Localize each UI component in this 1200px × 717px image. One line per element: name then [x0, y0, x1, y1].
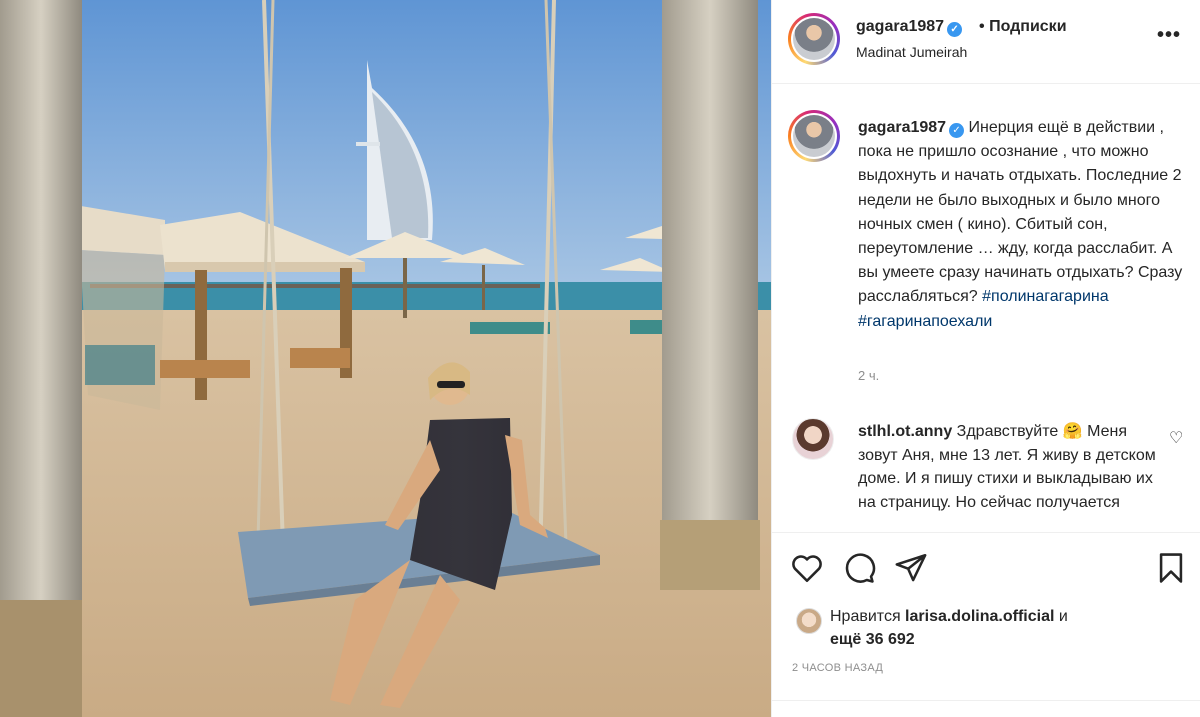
likes-text: Нравится larisa.dolina.official и ещё 36 …: [830, 608, 1068, 648]
divider: [772, 700, 1200, 701]
author-username[interactable]: gagara1987 ✓: [856, 18, 963, 37]
heart-icon[interactable]: [790, 551, 824, 585]
post-timestamp[interactable]: 2 ЧАСОВ НАЗАД: [792, 662, 883, 674]
beach-swing-photo: [0, 0, 771, 717]
caption-body: Инерция ещё в действии , пока не пришло …: [858, 119, 1183, 306]
liker-username[interactable]: larisa.dolina.official: [905, 608, 1054, 625]
commenter-avatar[interactable]: [792, 418, 834, 460]
post-sidebar: gagara1987 ✓ • Подписки Madinat Jumeirah …: [771, 0, 1200, 717]
action-bar: [772, 532, 1200, 600]
post-photo[interactable]: [0, 0, 771, 717]
author-avatar[interactable]: [788, 13, 840, 65]
post-header: gagara1987 ✓ • Подписки Madinat Jumeirah …: [772, 0, 1200, 84]
separator-dot: •: [979, 18, 985, 35]
more-options-icon[interactable]: •••: [1157, 24, 1181, 47]
comment-icon[interactable]: [842, 551, 876, 585]
hashtag-link[interactable]: #полинагагарина: [982, 288, 1108, 305]
comment-text: stlhl.ot.anny Здравствуйте 🤗 Меня зовут …: [858, 420, 1158, 514]
hashtag-link[interactable]: #гагаринапоехали: [858, 313, 992, 330]
likes-summary: Нравится larisa.dolina.official и ещё 36 …: [772, 600, 1200, 660]
post-location[interactable]: Madinat Jumeirah: [856, 44, 967, 60]
liker-avatar[interactable]: [796, 608, 822, 634]
bookmark-icon[interactable]: [1154, 551, 1188, 585]
commenter-username[interactable]: stlhl.ot.anny: [858, 423, 952, 440]
following-button[interactable]: Подписки: [989, 18, 1066, 35]
caption-timestamp[interactable]: 2 ч.: [858, 368, 879, 383]
share-icon[interactable]: [894, 551, 928, 585]
likes-count[interactable]: ещё 36 692: [830, 631, 915, 648]
caption-avatar[interactable]: [788, 110, 840, 162]
comment-item: stlhl.ot.anny Здравствуйте 🤗 Меня зовут …: [772, 412, 1200, 528]
verified-icon: ✓: [947, 22, 963, 37]
verified-icon: ✓: [949, 123, 965, 138]
caption-text: gagara1987 ✓ Инерция ещё в действии , пок…: [858, 116, 1188, 334]
follow-status[interactable]: • Подписки: [979, 18, 1067, 36]
caption-username[interactable]: gagara1987: [858, 119, 946, 136]
comment-like-icon[interactable]: ♡: [1169, 428, 1183, 448]
